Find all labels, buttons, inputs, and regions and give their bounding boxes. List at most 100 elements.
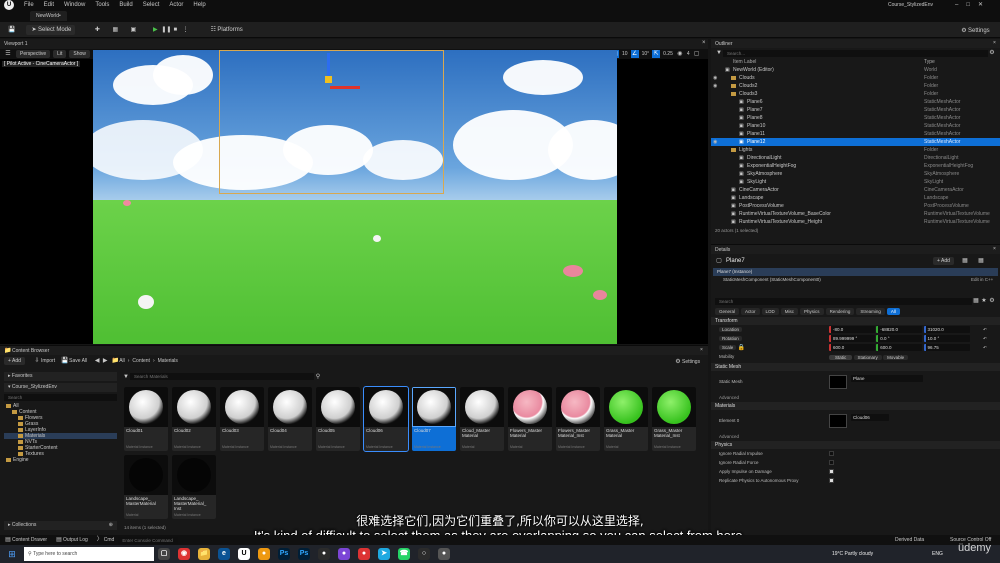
- asset-tile[interactable]: Cloud_Master Material Material: [460, 387, 504, 451]
- asset-tile[interactable]: Flowers_Master Material Material: [508, 387, 552, 451]
- output-log-button[interactable]: Output Log: [63, 537, 88, 543]
- outliner-row[interactable]: ◉ Clouds2 Folder: [711, 82, 1000, 90]
- content-drawer-button[interactable]: Content Drawer: [12, 537, 47, 543]
- physics-checkbox[interactable]: [829, 460, 834, 465]
- lit-button[interactable]: Lit: [53, 50, 67, 58]
- asset-tile[interactable]: Cloud03 Material Instance: [220, 387, 264, 451]
- path-content[interactable]: Content: [132, 358, 150, 364]
- window-controls[interactable]: –□✕: [955, 1, 991, 8]
- asset-tile[interactable]: Cloud06 Material Instance: [363, 386, 409, 452]
- telegram-icon[interactable]: ➤: [378, 548, 390, 560]
- details-tab[interactable]: Misc: [780, 308, 799, 315]
- static-mesh-section[interactable]: Static Mesh: [711, 363, 1000, 371]
- details-search-input[interactable]: [715, 297, 972, 305]
- asset-tile[interactable]: Grass_Master Material Material: [604, 387, 648, 451]
- details-tab[interactable]: Actor: [741, 308, 760, 315]
- outliner-row[interactable]: ▣ Plane7 StaticMeshActor: [711, 106, 1000, 114]
- actor-name[interactable]: Plane7: [726, 258, 745, 264]
- outliner-search-input[interactable]: [723, 49, 988, 57]
- gizmo-x-axis[interactable]: [330, 86, 360, 89]
- taskbar-search[interactable]: ⚲ Type here to search: [24, 547, 154, 561]
- visibility-eye-icon[interactable]: ◉: [713, 138, 717, 146]
- details-tab[interactable]: Streaming: [856, 308, 885, 315]
- asset-tile[interactable]: Grass_Master Material_Inst Material Insta…: [652, 387, 696, 451]
- outliner-row[interactable]: ▣ Plane10 StaticMeshActor: [711, 122, 1000, 130]
- show-button[interactable]: Show: [69, 50, 90, 58]
- path-all[interactable]: All: [119, 358, 125, 364]
- whatsapp-icon[interactable]: ☎: [398, 548, 410, 560]
- col-label[interactable]: Item Label: [733, 59, 756, 65]
- reset-icon[interactable]: ↶: [983, 325, 987, 334]
- mobility-static[interactable]: Static: [829, 355, 853, 360]
- outliner-row[interactable]: Lights Folder: [711, 146, 1000, 154]
- save-all-button[interactable]: Save All: [69, 358, 87, 364]
- advanced-toggle[interactable]: Advanced: [711, 432, 1000, 441]
- chrome-icon[interactable]: ◉: [178, 548, 190, 560]
- settings-gear-icon[interactable]: ⚙: [988, 297, 996, 305]
- outliner-row[interactable]: ▣ RuntimeVirtualTextureVolume_Height Runti…: [711, 218, 1000, 226]
- visibility-eye-icon[interactable]: ◉: [713, 74, 717, 82]
- select-mode-button[interactable]: ➤ Select Mode: [26, 24, 76, 35]
- star-icon[interactable]: ★: [980, 297, 988, 305]
- play-icon[interactable]: ▶: [151, 26, 159, 34]
- asset-tile[interactable]: Cloud05 Material Instance: [316, 387, 360, 451]
- scale-label[interactable]: Scale: [719, 345, 737, 350]
- settings-button[interactable]: ⚙ Settings: [956, 26, 994, 36]
- asset-search-input[interactable]: [130, 373, 314, 380]
- menu-build[interactable]: Build: [119, 2, 132, 8]
- viewport-tab[interactable]: Viewport 1: [4, 41, 28, 47]
- menu-edit[interactable]: Edit: [44, 2, 54, 8]
- component-row[interactable]: StaticMeshComponent (StaticMeshComponent…: [713, 276, 998, 284]
- outliner-row[interactable]: ◉ ▣ Plane12 StaticMeshActor: [711, 138, 1000, 146]
- outliner-row[interactable]: ▣ Landscape Landscape: [711, 194, 1000, 202]
- asset-tile[interactable]: Flowers_Master Material_Inst Material Ins…: [556, 387, 600, 451]
- material-dropdown[interactable]: Cloud06: [851, 414, 889, 421]
- details-tab[interactable]: All: [886, 308, 900, 315]
- details-tab[interactable]: Rendering: [825, 308, 855, 315]
- platforms-button[interactable]: ☷ Platforms: [205, 25, 246, 35]
- edit-cpp-link[interactable]: Edit in C++: [971, 276, 993, 284]
- forward-icon[interactable]: ▶: [101, 357, 109, 365]
- menu-window[interactable]: Window: [64, 2, 85, 8]
- outliner-row[interactable]: ◉ Clouds Folder: [711, 74, 1000, 82]
- reset-icon[interactable]: ↶: [983, 343, 987, 352]
- advanced-toggle[interactable]: Advanced: [711, 393, 1000, 402]
- edge-icon[interactable]: e: [218, 548, 230, 560]
- details-tab[interactable]: General: [715, 308, 740, 315]
- back-icon[interactable]: ◀: [93, 357, 101, 365]
- scale-x[interactable]: 600.0: [829, 344, 875, 352]
- favorites-section[interactable]: ▸ Favorites: [4, 372, 117, 381]
- camera-speed-icon[interactable]: ◉: [676, 50, 684, 58]
- outliner-row[interactable]: ▣ RuntimeVirtualTextureVolume_BaseColor Ru…: [711, 210, 1000, 218]
- scale-y[interactable]: 600.0: [876, 344, 923, 352]
- language-indicator[interactable]: ENG: [932, 551, 943, 557]
- tree-search-input[interactable]: [4, 394, 117, 401]
- physics-section[interactable]: Physics: [711, 441, 1000, 449]
- windows-start-icon[interactable]: ⊞: [6, 548, 18, 560]
- path-materials[interactable]: Materials: [158, 358, 178, 364]
- grid-icon[interactable]: ▦: [977, 257, 985, 265]
- filter-icon[interactable]: ▼: [715, 49, 723, 57]
- transform-section[interactable]: Transform: [711, 317, 1000, 325]
- menu-help[interactable]: Help: [193, 2, 205, 8]
- outliner-row[interactable]: Clouds3 Folder: [711, 90, 1000, 98]
- scale-z[interactable]: 96.75: [923, 344, 970, 352]
- save-icon[interactable]: 💾: [8, 26, 16, 34]
- menu-tools[interactable]: Tools: [95, 2, 109, 8]
- outliner-row[interactable]: ▣ CineCameraActor CineCameraActor: [711, 186, 1000, 194]
- outliner-row[interactable]: ▣ DirectionalLight DirectionalLight: [711, 154, 1000, 162]
- col-type[interactable]: Type: [924, 59, 935, 65]
- file-explorer-icon[interactable]: 📁: [198, 548, 210, 560]
- close-icon[interactable]: ×: [700, 347, 703, 353]
- add-actor-icon[interactable]: ✚: [93, 26, 101, 34]
- add-button[interactable]: + Add: [4, 357, 25, 365]
- outliner-row[interactable]: ▣ Plane8 StaticMeshActor: [711, 114, 1000, 122]
- derived-data-button[interactable]: Derived Data: [895, 537, 924, 543]
- rotation-label[interactable]: Rotation: [719, 336, 742, 341]
- app-icon-4[interactable]: ●: [358, 548, 370, 560]
- menu-file[interactable]: File: [24, 2, 34, 8]
- task-view-icon[interactable]: ▢: [158, 548, 170, 560]
- console-input[interactable]: [118, 536, 179, 544]
- mobility-movable[interactable]: Movable: [883, 355, 909, 360]
- camera-speed-value[interactable]: 4: [687, 51, 690, 57]
